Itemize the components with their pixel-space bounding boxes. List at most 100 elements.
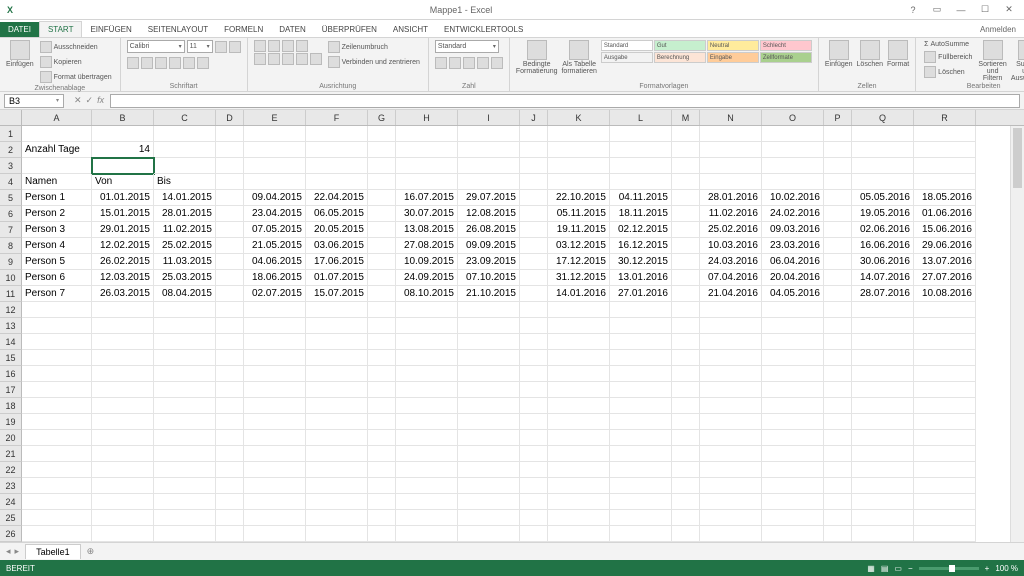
cell[interactable] bbox=[216, 446, 244, 462]
cell[interactable] bbox=[22, 158, 92, 174]
cell[interactable] bbox=[306, 446, 368, 462]
cell[interactable]: 10.03.2016 bbox=[700, 238, 762, 254]
cell[interactable] bbox=[458, 494, 520, 510]
cell[interactable]: 23.09.2015 bbox=[458, 254, 520, 270]
cell[interactable] bbox=[852, 446, 914, 462]
cell[interactable] bbox=[22, 366, 92, 382]
cell[interactable] bbox=[824, 238, 852, 254]
percent-icon[interactable] bbox=[449, 57, 461, 69]
cell[interactable] bbox=[22, 430, 92, 446]
cell[interactable] bbox=[824, 414, 852, 430]
sheet-nav-prev-icon[interactable]: ◂ bbox=[6, 546, 11, 557]
cell[interactable] bbox=[22, 318, 92, 334]
cell[interactable] bbox=[368, 270, 396, 286]
column-header[interactable]: E bbox=[244, 110, 306, 125]
cell[interactable] bbox=[610, 462, 672, 478]
cell[interactable] bbox=[548, 430, 610, 446]
cell[interactable] bbox=[458, 462, 520, 478]
copy-button[interactable]: Kopieren bbox=[38, 55, 114, 69]
cell[interactable] bbox=[700, 526, 762, 542]
cell[interactable]: 18.05.2016 bbox=[914, 190, 976, 206]
column-header[interactable]: R bbox=[914, 110, 976, 125]
cell[interactable] bbox=[92, 526, 154, 542]
cell[interactable]: 07.05.2015 bbox=[244, 222, 306, 238]
row-header[interactable]: 6 bbox=[0, 206, 22, 222]
cell[interactable] bbox=[306, 302, 368, 318]
merge-button[interactable]: Verbinden und zentrieren bbox=[326, 55, 422, 69]
cell[interactable] bbox=[762, 318, 824, 334]
cell[interactable]: 08.04.2015 bbox=[154, 286, 216, 302]
cell[interactable] bbox=[216, 238, 244, 254]
cell[interactable] bbox=[914, 526, 976, 542]
cell[interactable]: 28.01.2016 bbox=[700, 190, 762, 206]
cell[interactable]: 15.01.2015 bbox=[92, 206, 154, 222]
cell[interactable] bbox=[914, 446, 976, 462]
cell[interactable]: Anzahl Tage bbox=[22, 142, 92, 158]
cell[interactable] bbox=[368, 254, 396, 270]
cell[interactable] bbox=[762, 398, 824, 414]
cell[interactable]: 12.02.2015 bbox=[92, 238, 154, 254]
insert-cells-icon[interactable] bbox=[829, 40, 849, 60]
cell[interactable] bbox=[824, 478, 852, 494]
cell[interactable] bbox=[368, 462, 396, 478]
cell[interactable] bbox=[762, 526, 824, 542]
cell[interactable] bbox=[520, 318, 548, 334]
cell[interactable]: 10.02.2016 bbox=[762, 190, 824, 206]
cell[interactable] bbox=[520, 238, 548, 254]
cell[interactable] bbox=[22, 478, 92, 494]
cell[interactable] bbox=[244, 510, 306, 526]
cell[interactable] bbox=[672, 494, 700, 510]
column-header[interactable]: Q bbox=[852, 110, 914, 125]
cell[interactable] bbox=[216, 334, 244, 350]
cell[interactable] bbox=[520, 334, 548, 350]
cell[interactable] bbox=[92, 302, 154, 318]
cell[interactable] bbox=[396, 334, 458, 350]
cell[interactable] bbox=[672, 238, 700, 254]
cell[interactable] bbox=[762, 366, 824, 382]
cell[interactable] bbox=[762, 494, 824, 510]
cell[interactable] bbox=[520, 510, 548, 526]
cell[interactable] bbox=[458, 142, 520, 158]
cell[interactable] bbox=[244, 126, 306, 142]
row-header[interactable]: 13 bbox=[0, 318, 22, 334]
cell[interactable] bbox=[22, 446, 92, 462]
cell[interactable] bbox=[824, 190, 852, 206]
cell[interactable] bbox=[762, 414, 824, 430]
cell[interactable] bbox=[610, 302, 672, 318]
cell[interactable] bbox=[306, 414, 368, 430]
cell[interactable] bbox=[92, 366, 154, 382]
cell[interactable] bbox=[92, 126, 154, 142]
cell[interactable] bbox=[306, 158, 368, 174]
cell[interactable] bbox=[306, 126, 368, 142]
cell[interactable] bbox=[548, 142, 610, 158]
cell[interactable] bbox=[610, 478, 672, 494]
row-header[interactable]: 23 bbox=[0, 478, 22, 494]
number-format-dropdown[interactable]: Standard▾ bbox=[435, 40, 499, 53]
cell[interactable] bbox=[92, 430, 154, 446]
cell[interactable] bbox=[154, 398, 216, 414]
cell[interactable] bbox=[548, 158, 610, 174]
cell[interactable]: 18.06.2015 bbox=[244, 270, 306, 286]
cell[interactable]: 30.12.2015 bbox=[610, 254, 672, 270]
cell[interactable] bbox=[92, 158, 154, 174]
cell[interactable] bbox=[700, 174, 762, 190]
column-header[interactable]: J bbox=[520, 110, 548, 125]
clear-button[interactable]: Löschen bbox=[922, 65, 974, 79]
cell[interactable] bbox=[216, 302, 244, 318]
cell-style-option[interactable]: Berechnung bbox=[654, 52, 706, 63]
cell[interactable] bbox=[610, 366, 672, 382]
cell[interactable] bbox=[92, 350, 154, 366]
cell[interactable] bbox=[700, 382, 762, 398]
cell[interactable] bbox=[216, 414, 244, 430]
cell[interactable]: 22.10.2015 bbox=[548, 190, 610, 206]
decrease-font-icon[interactable] bbox=[229, 41, 241, 53]
cell[interactable] bbox=[520, 446, 548, 462]
cell[interactable] bbox=[762, 174, 824, 190]
cell[interactable] bbox=[914, 382, 976, 398]
row-header[interactable]: 10 bbox=[0, 270, 22, 286]
cell[interactable] bbox=[852, 350, 914, 366]
cell[interactable]: 11.02.2015 bbox=[154, 222, 216, 238]
cell[interactable] bbox=[22, 510, 92, 526]
row-header[interactable]: 3 bbox=[0, 158, 22, 174]
cell[interactable] bbox=[852, 430, 914, 446]
